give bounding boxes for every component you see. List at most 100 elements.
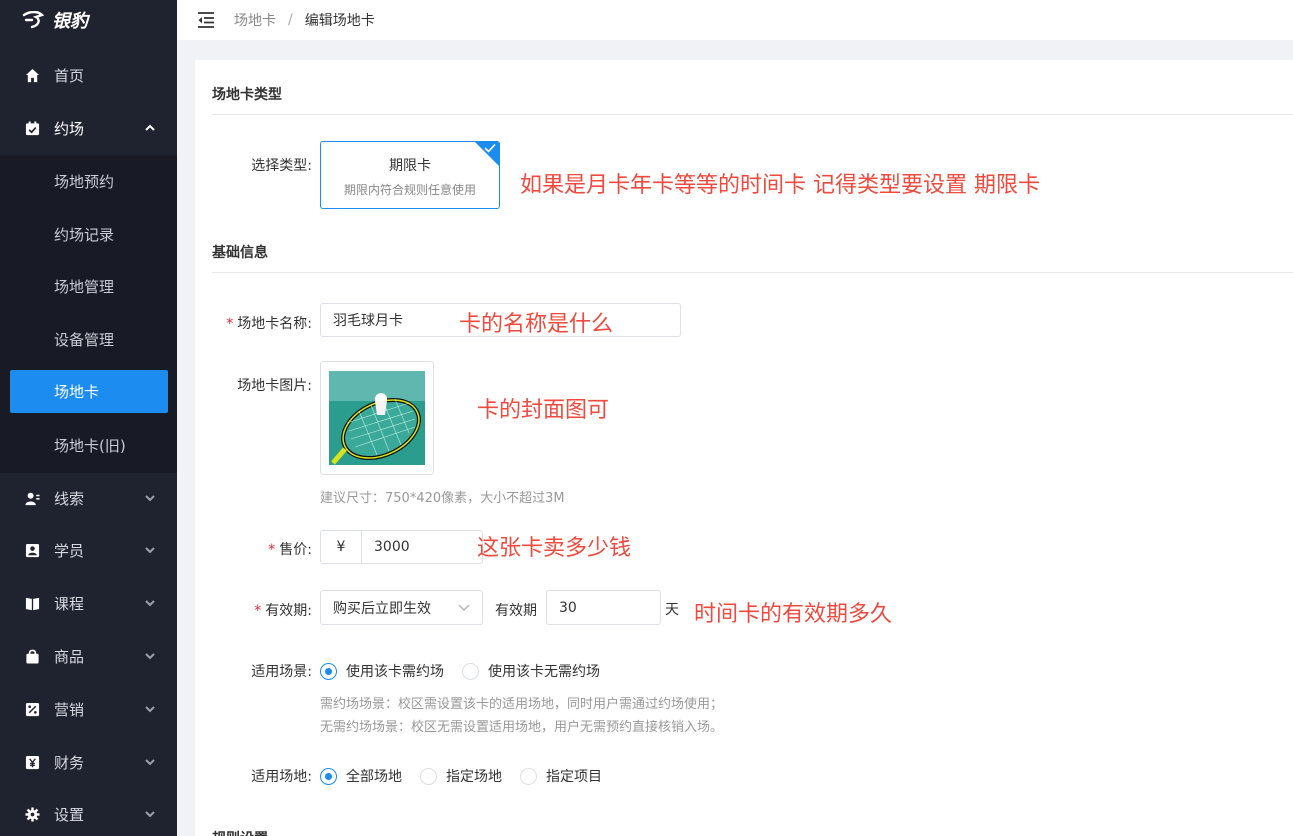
chevron-down-icon xyxy=(458,604,470,611)
menu-fold-icon[interactable] xyxy=(196,10,216,30)
section-title-basic-info: 基础信息 xyxy=(212,245,268,261)
divider xyxy=(212,114,1293,115)
chevron-down-icon xyxy=(145,495,155,502)
venue-radio-specified[interactable]: 指定场地 xyxy=(420,766,502,786)
radio-label: 使用该卡无需约场 xyxy=(488,664,600,680)
logo-icon xyxy=(22,11,45,29)
validity-label: * 有效期: xyxy=(195,600,312,620)
venue-radio-group: 全部场地 指定场地 指定项目 xyxy=(320,766,620,786)
user-clue-icon xyxy=(24,491,40,507)
sidebar-item-label: 设置 xyxy=(54,806,85,824)
radio-label: 全部场地 xyxy=(346,769,402,785)
chevron-down-icon xyxy=(145,811,155,818)
annotation-validity-note: 时间卡的有效期多久 xyxy=(694,602,893,627)
name-label: * 场地卡名称: xyxy=(195,313,312,333)
sidebar-subitem-venue-card[interactable]: 场地卡 xyxy=(10,370,168,413)
sidebar-item-label: 营销 xyxy=(54,701,85,719)
edit-form-panel: 场地卡类型 选择类型: 期限卡 期限内符合规则任意使用 如果是月卡年卡等等的时间… xyxy=(195,60,1293,836)
validity-unit: 天 xyxy=(665,602,679,618)
annotation-type-note: 如果是月卡年卡等等的时间卡 记得类型要设置 期限卡 xyxy=(520,173,1040,198)
sidebar-item-settings[interactable]: 设置 xyxy=(0,788,177,836)
scene-radio-need-booking[interactable]: 使用该卡需约场 xyxy=(320,661,444,681)
sidebar-subitem-venue-booking[interactable]: 场地预约 xyxy=(0,155,177,208)
breadcrumb: 场地卡 / 编辑场地卡 xyxy=(234,10,375,30)
price-label: * 售价: xyxy=(195,539,312,559)
sidebar-item-courses[interactable]: 课程 xyxy=(0,577,177,630)
breadcrumb-current: 编辑场地卡 xyxy=(304,13,375,29)
logo[interactable]: 银豹 xyxy=(0,0,177,40)
scene-radio-no-booking[interactable]: 使用该卡无需约场 xyxy=(462,661,600,681)
badminton-cover-image xyxy=(329,371,425,465)
section-title-rules: 规则设置 xyxy=(212,828,268,836)
percent-icon xyxy=(24,702,40,718)
name-label-text: 场地卡名称: xyxy=(237,316,312,332)
sidebar-subitem-label: 场地卡 xyxy=(54,383,100,401)
sidebar-subitem-label: 设备管理 xyxy=(54,331,115,349)
sidebar-item-clues[interactable]: 线索 xyxy=(0,472,177,525)
sidebar-item-products[interactable]: 商品 xyxy=(0,630,177,683)
sidebar-item-booking[interactable]: 约场 xyxy=(0,102,177,155)
chevron-down-icon xyxy=(145,759,155,766)
sidebar-subitem-equipment-management[interactable]: 设备管理 xyxy=(0,313,177,366)
annotation-name-note: 卡的名称是什么 xyxy=(459,312,614,337)
validity-sub-label: 有效期 xyxy=(495,603,537,619)
radio-dot xyxy=(420,767,437,785)
divider xyxy=(212,272,1293,273)
sidebar-item-label: 首页 xyxy=(54,67,85,85)
check-icon xyxy=(484,143,496,153)
validity-label-text: 有效期: xyxy=(265,603,312,619)
card-image-upload[interactable] xyxy=(320,361,434,475)
radio-dot xyxy=(462,662,479,680)
breadcrumb-separator: / xyxy=(288,12,293,28)
logo-text: 银豹 xyxy=(52,11,88,32)
yen-icon xyxy=(24,755,40,771)
price-input[interactable]: 3000 xyxy=(361,530,483,564)
scene-hint-1: 需约场场景：校区需设置该卡的适用场地，同时用户需通过约场使用； xyxy=(320,697,724,712)
sidebar-subitem-label: 场地管理 xyxy=(54,278,115,296)
type-option-period-card[interactable]: 期限卡 期限内符合规则任意使用 xyxy=(320,141,500,209)
validity-select-value: 购买后立即生效 xyxy=(333,600,431,617)
radio-label: 指定场地 xyxy=(446,769,502,785)
image-label: 场地卡图片: xyxy=(237,378,312,394)
sidebar-subitem-label: 场地卡(旧) xyxy=(54,437,126,455)
price-label-text: 售价: xyxy=(279,542,312,558)
image-size-hint: 建议尺寸：750*420像素，大小不超过3M xyxy=(320,491,565,506)
shopping-bag-icon xyxy=(24,649,40,665)
chevron-down-icon xyxy=(145,653,155,660)
required-mark: * xyxy=(268,542,276,558)
home-icon xyxy=(24,68,40,84)
chevron-down-icon xyxy=(145,547,155,554)
sidebar-item-home[interactable]: 首页 xyxy=(0,49,177,102)
price-value: 3000 xyxy=(374,539,410,555)
sidebar-item-marketing[interactable]: 营销 xyxy=(0,683,177,736)
type-card-desc: 期限内符合规则任意使用 xyxy=(343,183,476,197)
annotation-image-note: 卡的封面图可 xyxy=(477,398,610,423)
sidebar-subitem-label: 场地预约 xyxy=(54,173,115,191)
venue-radio-project[interactable]: 指定项目 xyxy=(520,766,602,786)
sidebar-subitem-label: 约场记录 xyxy=(54,226,115,244)
venue-radio-all[interactable]: 全部场地 xyxy=(320,766,402,786)
type-label: 选择类型: xyxy=(251,158,312,174)
radio-label: 指定项目 xyxy=(546,769,602,785)
radio-dot xyxy=(520,767,537,785)
radio-dot xyxy=(320,662,337,680)
radio-label: 使用该卡需约场 xyxy=(346,664,444,680)
breadcrumb-parent[interactable]: 场地卡 xyxy=(234,10,276,30)
card-name-value: 羽毛球月卡 xyxy=(333,313,403,329)
sidebar-subitem-booking-records[interactable]: 约场记录 xyxy=(0,208,177,261)
type-card-title: 期限卡 xyxy=(389,158,431,174)
sidebar-subitem-venue-card-old[interactable]: 场地卡(旧) xyxy=(0,419,177,472)
validity-start-select[interactable]: 购买后立即生效 xyxy=(320,590,483,625)
sidebar-subitem-venue-management[interactable]: 场地管理 xyxy=(0,260,177,313)
price-prefix: ¥ xyxy=(320,530,361,564)
chevron-up-icon xyxy=(145,124,155,131)
sidebar-item-finance[interactable]: 财务 xyxy=(0,736,177,789)
sidebar-item-students[interactable]: 学员 xyxy=(0,524,177,577)
calendar-check-icon xyxy=(24,121,40,137)
student-card-icon xyxy=(24,543,40,559)
required-mark: * xyxy=(226,316,234,332)
validity-days-value: 30 xyxy=(559,599,577,616)
required-mark: * xyxy=(254,603,262,619)
validity-days-input[interactable]: 30 xyxy=(546,590,661,625)
sidebar-item-label: 课程 xyxy=(54,595,85,613)
